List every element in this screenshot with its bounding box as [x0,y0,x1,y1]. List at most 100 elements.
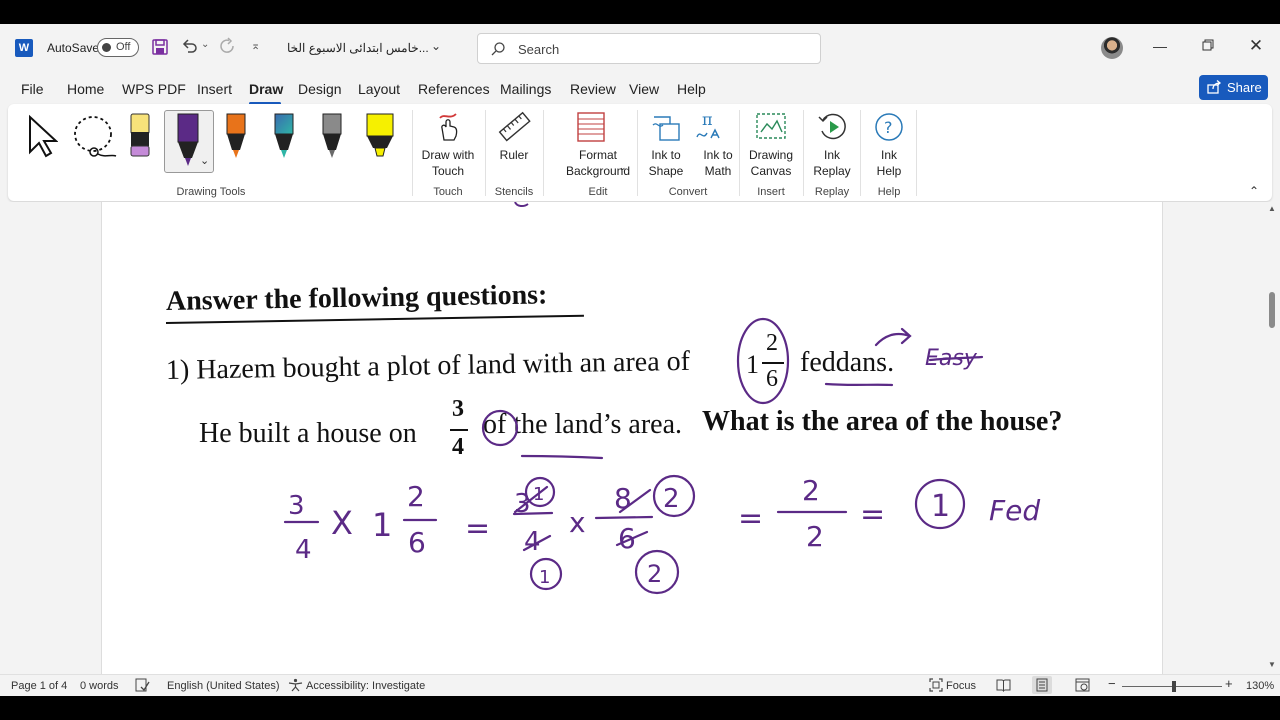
document-page[interactable]: Answer the following questions: 1) Hazem… [101,202,1163,674]
tab-mailings[interactable]: Mailings [500,81,551,97]
ink-digit: 3 [514,489,531,519]
user-avatar[interactable] [1101,37,1123,59]
ink-annotations[interactable]: Easy 3 4 X 1 2 6 = 3 1 4 1 x 8 2 6 2 = 2… [102,202,1162,674]
read-mode-icon[interactable] [996,678,1011,695]
document-scroll-area[interactable]: Answer the following questions: 1) Hazem… [0,202,1280,674]
ink-to-math-icon[interactable]: π [694,110,726,148]
proofing-icon[interactable] [135,678,150,695]
title-bar: W AutoSave Off ⌄ ⌅ خامس ابتدائى الاسبوع … [0,24,1280,72]
tab-home[interactable]: Home [67,81,104,97]
ink-help-icon[interactable]: ? [873,111,905,148]
pen-options-chevron-icon[interactable]: ⌄ [200,154,209,167]
tab-layout[interactable]: Layout [358,81,400,97]
status-bar: Page 1 of 4 0 words English (United Stat… [0,674,1280,696]
ink-to-shape-label[interactable]: Ink to Shape [642,147,690,179]
scroll-up-icon[interactable]: ▲ [1268,204,1276,213]
accessibility-status[interactable]: Accessibility: Investigate [306,680,425,692]
collapse-ribbon-icon[interactable]: ⌃ [1249,184,1259,198]
share-label: Share [1227,80,1262,95]
ink-digit: 3 [288,491,305,521]
ink-equals: = [860,497,885,532]
restore-icon[interactable] [1198,38,1218,54]
tab-references[interactable]: References [418,81,490,97]
zoom-out-icon[interactable]: − [1108,677,1116,690]
language-indicator[interactable]: English (United States) [167,680,280,692]
web-layout-icon[interactable] [1075,678,1090,695]
drawing-canvas-icon[interactable] [755,112,787,145]
minimize-icon[interactable]: — [1150,38,1170,54]
print-layout-icon[interactable] [1032,676,1052,694]
group-label-drawing-tools: Drawing Tools [176,186,246,198]
ink-equals: = [738,501,763,536]
ink-multiply: X [331,504,353,542]
accessibility-icon[interactable] [288,678,303,695]
undo-icon[interactable] [181,37,199,58]
page-count[interactable]: Page 1 of 4 [11,680,67,692]
search-box[interactable]: Search [477,33,821,64]
save-icon[interactable] [151,38,169,59]
undo-dropdown-icon[interactable]: ⌄ [201,39,209,50]
ink-replay-icon[interactable] [817,111,849,148]
word-count[interactable]: 0 words [80,680,119,692]
vertical-scrollbar[interactable]: ▲ ▼ [1264,202,1280,674]
tab-help[interactable]: Help [677,81,706,97]
pencil-yellow-icon[interactable] [128,112,152,165]
focus-label[interactable]: Focus [946,680,976,692]
format-background-icon[interactable] [576,111,606,148]
ribbon-separator [485,110,486,196]
focus-icon[interactable] [929,678,943,695]
format-background-chevron-icon[interactable]: ⌄ [619,162,627,173]
tab-view[interactable]: View [629,81,659,97]
format-background-label[interactable]: Format Background [548,147,648,179]
ink-replay-label[interactable]: Ink Replay [812,147,852,179]
pen-gray-icon[interactable] [320,112,344,167]
ink-fraction-bar [594,515,654,520]
ribbon-separator [637,110,638,196]
group-label-stencils: Stencils [494,186,534,198]
scroll-down-icon[interactable]: ▼ [1268,660,1276,669]
scrollbar-thumb[interactable] [1269,292,1275,328]
ink-to-math-label[interactable]: Ink to Math [695,147,741,179]
tab-review[interactable]: Review [570,81,616,97]
search-icon [490,41,506,62]
select-objects-icon[interactable] [26,114,59,163]
word-app-icon: W [15,39,33,57]
ink-word-easy: Easy [925,346,978,371]
ink-digit: 1 [539,567,550,588]
lasso-select-icon[interactable] [71,114,119,165]
ribbon-separator [412,110,413,196]
pen-orange-icon[interactable] [224,112,248,167]
tab-wps-pdf[interactable]: WPS PDF [122,81,186,97]
ink-digit: 1 [372,506,392,544]
tab-file[interactable]: File [21,81,44,97]
draw-with-touch-label[interactable]: Draw with Touch [418,147,478,179]
zoom-level[interactable]: 130% [1246,680,1274,692]
tab-draw[interactable]: Draw [249,81,283,97]
pen-purple-icon[interactable] [174,112,202,175]
ink-help-label[interactable]: Ink Help [869,147,909,179]
drawing-canvas-label[interactable]: Drawing Canvas [745,147,797,179]
group-label-touch: Touch [433,186,463,198]
autosave-label: AutoSave [47,41,100,55]
ink-to-shape-icon[interactable] [650,111,682,148]
search-placeholder: Search [518,42,560,57]
ruler-icon[interactable] [497,111,531,148]
draw-with-touch-icon[interactable] [434,112,462,147]
ink-digit: 6 [618,522,636,555]
autosave-toggle[interactable]: Off [97,38,139,57]
customize-toolbar-icon[interactable]: ⌅ [251,39,260,52]
ink-digit: 1 [533,484,544,505]
share-button[interactable]: Share [1199,75,1268,100]
highlighter-yellow-icon[interactable] [365,112,395,167]
tab-design[interactable]: Design [298,81,342,97]
zoom-in-icon[interactable]: + [1225,677,1233,690]
tab-insert[interactable]: Insert [197,81,232,97]
close-icon[interactable]: ✕ [1246,36,1266,56]
zoom-slider-thumb[interactable] [1172,681,1176,692]
ruler-label[interactable]: Ruler [492,147,536,163]
pen-galaxy-icon[interactable] [272,112,296,167]
svg-text:?: ? [884,118,893,137]
document-title[interactable]: خامس ابتدائى الاسبوع الخا... [287,41,429,55]
title-chevron-icon[interactable]: ⌄ [431,39,441,53]
redo-icon[interactable] [219,37,237,58]
